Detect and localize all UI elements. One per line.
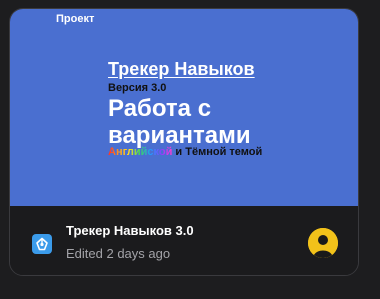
card-thumbnail[interactable]: Проект Трекер Навыков Версия 3.0 Работа … bbox=[10, 9, 358, 206]
card-footer: Трекер Навыков 3.0 Edited 2 days ago bbox=[10, 206, 358, 275]
subtitle-highlight: Английской bbox=[108, 146, 173, 158]
subtitle-rest: и Тёмной темой bbox=[172, 146, 263, 158]
user-avatar[interactable] bbox=[308, 228, 338, 258]
file-name[interactable]: Трекер Навыков 3.0 bbox=[66, 223, 194, 238]
file-edited-time: Edited 2 days ago bbox=[66, 246, 171, 261]
section-label: Проект bbox=[56, 13, 95, 25]
thumbnail-subtitle: Английской и Тёмной темой bbox=[108, 146, 262, 158]
project-card[interactable]: Проект Трекер Навыков Версия 3.0 Работа … bbox=[9, 8, 359, 276]
thumbnail-version: Версия 3.0 bbox=[108, 82, 167, 94]
thumbnail-title: Трекер Навыков bbox=[108, 59, 255, 79]
figma-file-icon bbox=[32, 234, 52, 254]
thumbnail-heading: Работа с вариантами bbox=[108, 95, 251, 149]
